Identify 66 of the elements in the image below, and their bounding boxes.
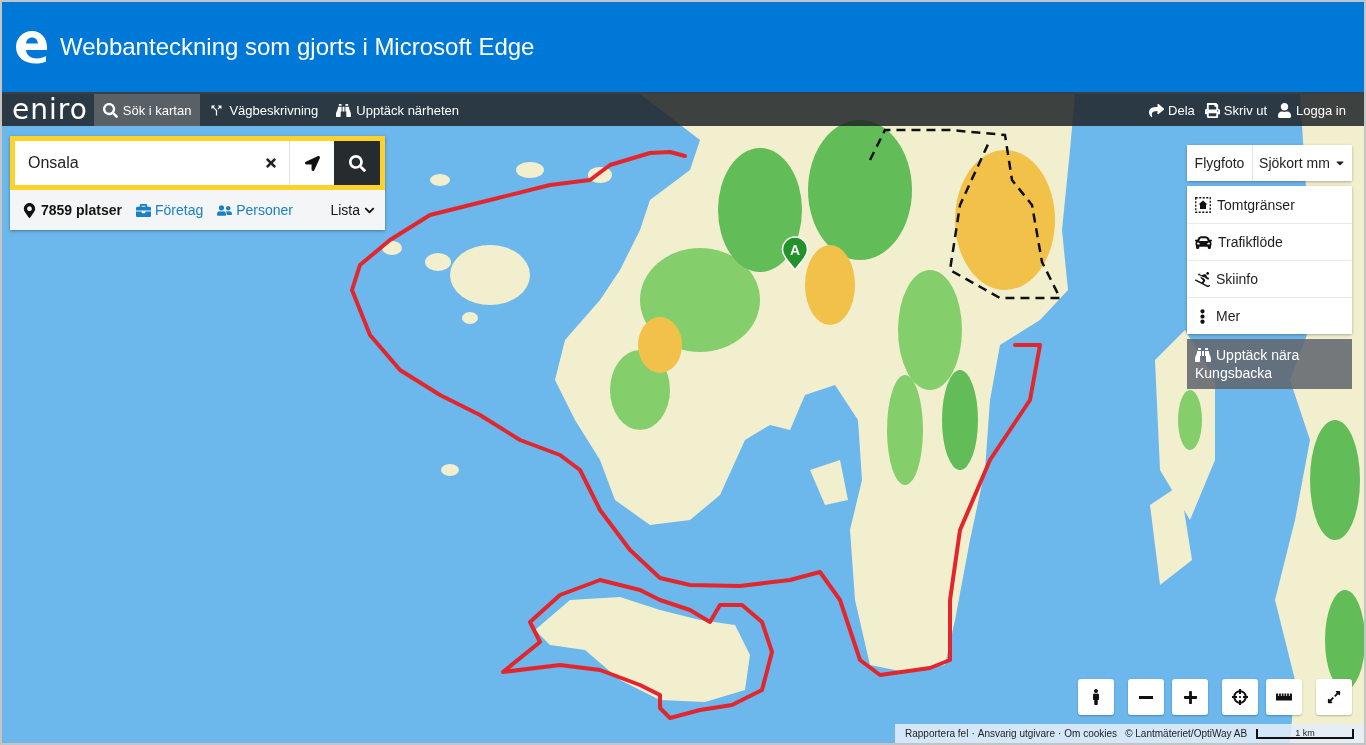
login-button[interactable]: Logga in [1272, 94, 1351, 126]
minus-icon [1139, 695, 1153, 699]
urban-area [638, 317, 682, 373]
search-button[interactable] [334, 141, 380, 185]
skier-icon [1195, 271, 1210, 287]
window-title: Webbanteckning som gjorts i Microsoft Edge [60, 33, 535, 61]
footer-link[interactable]: Rapportera fel [905, 728, 969, 739]
layer-menu-item[interactable]: Mer [1187, 297, 1352, 334]
zoom-out-button[interactable] [1128, 679, 1164, 715]
measure-button[interactable] [1266, 679, 1302, 715]
share-button[interactable]: Dela [1144, 94, 1200, 126]
discover-button[interactable]: Upptäck nära Kungsbacka [1187, 339, 1352, 389]
locate-button[interactable] [1222, 679, 1258, 715]
scale-bar: 1 km [1256, 728, 1354, 739]
island [588, 167, 612, 183]
footer-link[interactable]: Om cookies [1064, 728, 1118, 739]
fullscreen-button[interactable] [1316, 679, 1352, 715]
binoculars-icon [336, 102, 352, 118]
clear-button[interactable] [253, 141, 289, 185]
brand-logo[interactable]: eniro [12, 94, 88, 126]
binoculars-icon [1195, 347, 1211, 363]
user-icon [1277, 102, 1293, 118]
car-icon [1195, 233, 1212, 251]
expand-icon [1327, 690, 1341, 704]
forest-area [1178, 390, 1202, 450]
nav-tab[interactable]: Vägbeskrivning [200, 94, 328, 126]
layer-menu-item[interactable]: Skiinfo [1187, 260, 1352, 297]
map-pin-icon [22, 202, 37, 218]
map-type-dropdown[interactable]: Sjökort mm [1253, 145, 1352, 181]
link-separator: · [971, 728, 975, 739]
search-icon [102, 102, 118, 118]
people-icon [217, 202, 233, 218]
crosshair-icon [1232, 689, 1248, 705]
island [430, 174, 450, 186]
nav-tab[interactable]: Sök i kartan [93, 94, 201, 126]
house-boundary-icon [1195, 196, 1211, 213]
filter-link[interactable]: Personer [217, 202, 293, 218]
layer-menu-item[interactable]: Tomtgränser [1187, 186, 1352, 223]
copyright-text: © Lantmäteriet/OptiWay AB [1125, 728, 1248, 739]
layer-menu-item[interactable]: Trafikflöde [1187, 223, 1352, 260]
island [516, 162, 544, 178]
search-icon [348, 154, 366, 172]
close-icon [264, 156, 278, 170]
nav-tab[interactable]: Upptäck närheten [327, 94, 468, 126]
share-icon [1149, 102, 1164, 118]
navigation-arrow-icon [304, 155, 320, 171]
island [462, 312, 478, 324]
footer-link[interactable]: Ansvarig utgivare [977, 728, 1055, 739]
result-count: 7859 platser [41, 202, 122, 218]
filter-link[interactable]: Företag [135, 202, 204, 218]
map-marker[interactable]: A [781, 236, 809, 271]
list-view-button[interactable]: Lista [330, 202, 375, 218]
printer-icon [1204, 102, 1220, 118]
street-view-button[interactable] [1078, 679, 1114, 715]
link-separator: · [1058, 728, 1062, 739]
briefcase-icon [135, 202, 151, 218]
map-type-button[interactable]: Flygfoto [1187, 145, 1253, 181]
island [810, 460, 848, 505]
zoom-in-button[interactable] [1172, 679, 1208, 715]
island [441, 464, 459, 476]
island [382, 241, 402, 255]
my-location-button[interactable] [289, 141, 334, 185]
plus-icon [1182, 689, 1198, 705]
logo-icon [14, 30, 48, 64]
search-field[interactable]: Onsala [15, 141, 253, 185]
print-button[interactable]: Skriv ut [1199, 94, 1273, 126]
